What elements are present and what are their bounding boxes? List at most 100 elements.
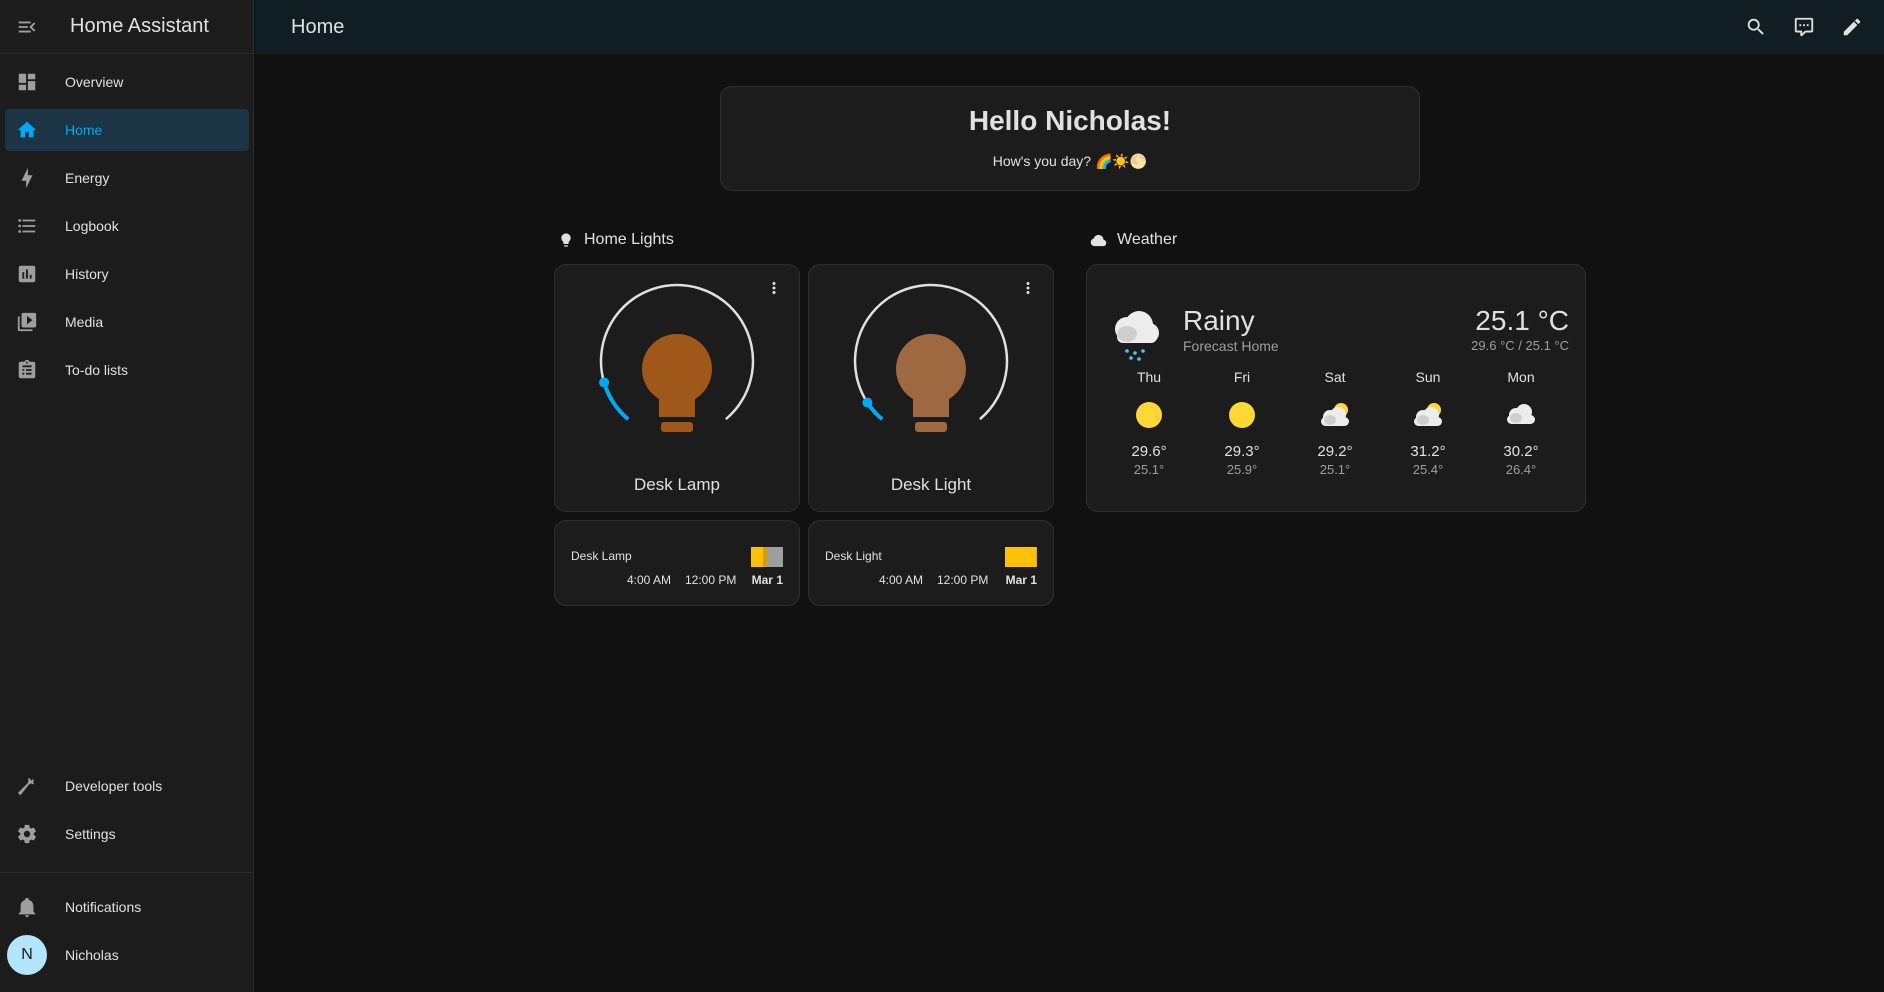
timeline-segment-on [763, 547, 767, 567]
forecast-high: 29.2° [1317, 443, 1353, 460]
chart-icon [0, 263, 54, 285]
list-icon [0, 215, 54, 237]
lightbulb-icon[interactable] [642, 334, 712, 432]
light-card-desk-light[interactable]: Desk Light [808, 264, 1054, 512]
menu-collapse-button[interactable] [0, 0, 54, 54]
sidebar-item-label: Media [65, 314, 104, 330]
light-name: Desk Light [890, 475, 972, 494]
forecast-low: 26.4° [1505, 462, 1537, 477]
history-entity-name: Desk Light [825, 549, 882, 563]
forecast-high: 29.3° [1224, 443, 1260, 460]
toolbar-actions [1732, 0, 1876, 54]
rainy-icon [1115, 311, 1159, 361]
history-date: Mar 1 [751, 573, 783, 587]
sidebar-item-media[interactable]: Media [5, 301, 249, 343]
timeline-segment-on [751, 547, 763, 567]
search-icon [1747, 18, 1764, 35]
light-card-desk-lamp[interactable]: Desk Lamp [554, 264, 800, 512]
sidebar-item-label: History [65, 266, 109, 282]
weather-card[interactable]: Rainy Forecast Home 25.1 °C 29.6 °C / 25… [1086, 264, 1586, 512]
forecast-day: Sat 29.2° 25.1° [1300, 369, 1370, 477]
forecast-high: 31.2° [1410, 443, 1446, 460]
media-icon [0, 311, 54, 333]
partly-cloudy-icon [1393, 395, 1463, 435]
assist-button[interactable] [1780, 3, 1828, 51]
timeline-segment-on [1005, 547, 1037, 567]
sidebar-item-label: Settings [65, 826, 116, 842]
edit-dashboard-button[interactable] [1828, 3, 1876, 51]
gear-icon [0, 823, 54, 845]
sidebar-header: Home Assistant [0, 0, 253, 54]
history-card-desk-light[interactable]: Desk Light 4:00 AM 12:00 PM Mar 1 [808, 520, 1054, 606]
brightness-dial[interactable] [809, 265, 1055, 465]
sidebar-item-profile[interactable]: N Nicholas [5, 934, 249, 976]
dashboard-icon [0, 71, 54, 93]
greeting-card: Hello Nicholas! How's you day? 🌈☀️🌕 [720, 86, 1420, 191]
forecast-day-label: Thu [1136, 369, 1162, 385]
hammer-icon [0, 775, 54, 797]
sidebar-item-developer-tools[interactable]: Developer tools [5, 765, 249, 807]
forecast-day-label: Sat [1324, 369, 1346, 385]
dial-handle[interactable] [862, 397, 873, 408]
forecast-low: 25.1° [1319, 462, 1351, 477]
history-card-desk-lamp[interactable]: Desk Lamp 4:00 AM 12:00 PM Mar 1 [554, 520, 800, 606]
forecast-day: Sun 31.2° 25.4° [1393, 369, 1463, 477]
top-app-bar: Home [255, 0, 1884, 54]
forecast-day: Fri 29.3° 25.9° [1207, 369, 1277, 477]
sidebar-item-history[interactable]: History [5, 253, 249, 295]
timeline-segment-off [767, 547, 783, 567]
sidebar-item-overview[interactable]: Overview [5, 61, 249, 103]
sidebar-item-notifications[interactable]: Notifications [5, 886, 249, 928]
history-time-mid: 12:00 PM [685, 573, 737, 587]
sidebar-item-home[interactable]: Home [5, 109, 249, 151]
weather-temperature: 25.1 °C [1475, 305, 1569, 336]
forecast-day: Thu 29.6° 25.1° [1114, 369, 1184, 477]
comment-processing-icon [1794, 17, 1814, 37]
forecast-low: 25.1° [1133, 462, 1165, 477]
sidebar-item-label: Home [65, 122, 103, 138]
sidebar-item-label: Overview [65, 74, 124, 90]
sidebar-divider [0, 872, 254, 873]
search-button[interactable] [1732, 3, 1780, 51]
brightness-dial[interactable] [555, 265, 801, 465]
history-date: Mar 1 [1005, 573, 1037, 587]
sidebar-item-label: Nicholas [65, 947, 119, 963]
section-title: Weather [1117, 231, 1178, 248]
forecast-high: 30.2° [1503, 443, 1539, 460]
sidebar-item-label: Developer tools [65, 778, 163, 794]
weather-entity-name: Forecast Home [1183, 338, 1279, 354]
cloudy-icon [1486, 395, 1556, 435]
history-time-mid: 12:00 PM [937, 573, 989, 587]
sunny-icon [1207, 395, 1277, 435]
sidebar-item-label: Notifications [65, 899, 142, 915]
history-timeline-bar[interactable] [1005, 547, 1037, 567]
history-time-start: 4:00 AM [627, 573, 672, 587]
history-timeline-bar[interactable] [751, 547, 783, 567]
sidebar-item-label: Logbook [65, 218, 119, 234]
greeting-title: Hello Nicholas! [968, 105, 1172, 136]
weather-condition: Rainy [1183, 305, 1255, 336]
sidebar-item-energy[interactable]: Energy [5, 157, 249, 199]
app-title: Home Assistant [70, 15, 209, 37]
sidebar-item-logbook[interactable]: Logbook [5, 205, 249, 247]
forecast-low: 25.9° [1226, 462, 1258, 477]
lightning-icon [0, 167, 54, 189]
avatar-wrap: N [0, 935, 54, 975]
lightbulb-icon[interactable] [896, 334, 966, 432]
sidebar-item-label: To-do lists [65, 362, 129, 378]
greeting-subtitle: How's you day? 🌈☀️🌕 [992, 153, 1148, 169]
cloud-icon [1090, 234, 1107, 246]
weather-heading: Weather [1090, 231, 1177, 249]
section-title: Home Lights [584, 231, 674, 248]
avatar: N [7, 935, 47, 975]
forecast-low: 25.4° [1412, 462, 1444, 477]
home-lights-heading: Home Lights [558, 231, 674, 249]
sidebar-item-todo[interactable]: To-do lists [5, 349, 249, 391]
forecast-day-label: Sun [1415, 369, 1441, 385]
partly-cloudy-icon [1300, 395, 1370, 435]
forecast-day-label: Fri [1233, 369, 1251, 385]
history-time-start: 4:00 AM [879, 573, 924, 587]
lightbulb-icon [561, 233, 571, 247]
sidebar-item-settings[interactable]: Settings [5, 813, 249, 855]
dial-handle[interactable] [599, 377, 610, 388]
